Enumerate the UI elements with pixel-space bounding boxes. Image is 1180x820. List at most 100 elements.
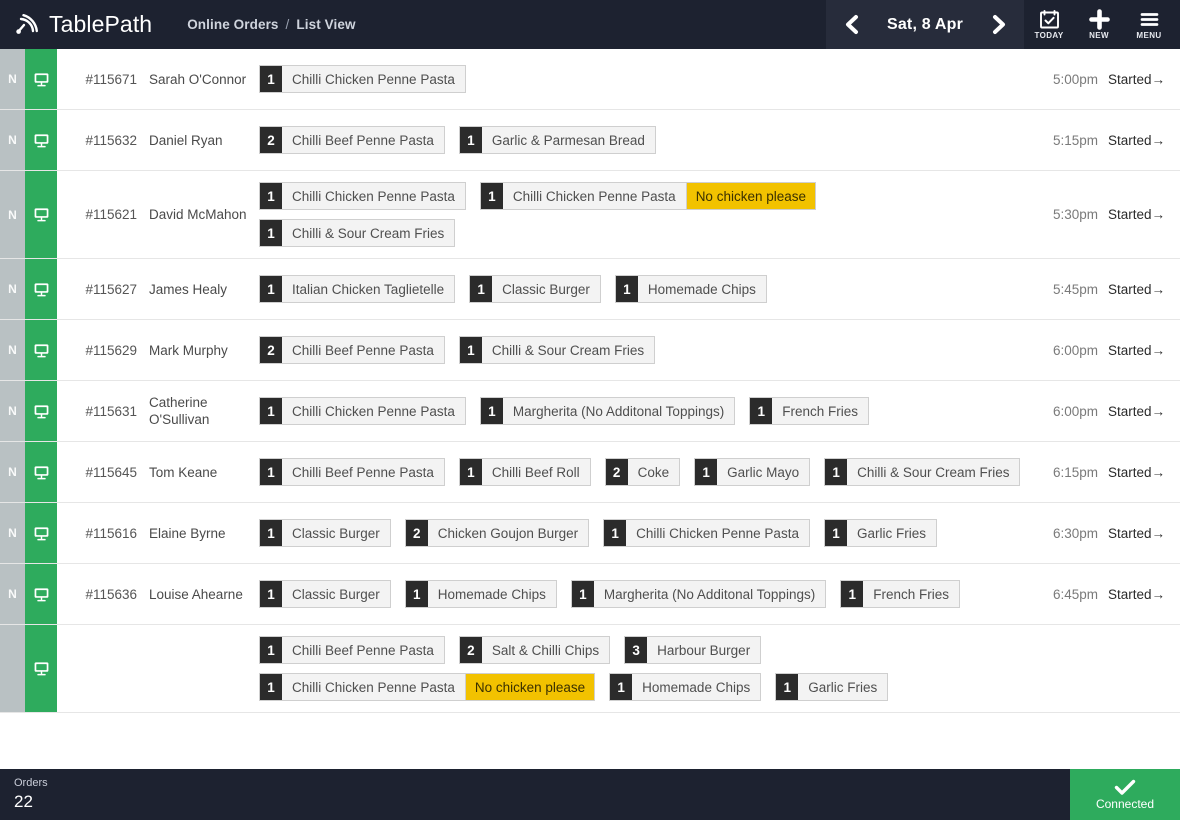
prev-day-button[interactable] bbox=[830, 0, 872, 49]
order-items: 1 Chilli Chicken Penne Pasta 1 Margherita (… bbox=[259, 381, 1022, 441]
order-item-qty: 1 bbox=[480, 398, 503, 424]
order-item-qty: 2 bbox=[405, 520, 428, 546]
order-item-chip[interactable]: 1 Chilli & Sour Cream Fries bbox=[458, 336, 656, 364]
table-row[interactable]: N #115636 Louise Ahearne 1 Classic Burger 1 Ho… bbox=[0, 564, 1180, 625]
order-item-chip[interactable]: 1 Homemade Chips bbox=[614, 275, 767, 303]
order-item-chip[interactable]: 1 French Fries bbox=[840, 580, 960, 608]
order-time: 6:00pm bbox=[1052, 342, 1098, 358]
order-item-chip[interactable]: 1 Chilli Chicken Penne Pasta bbox=[259, 65, 466, 93]
chevron-left-icon bbox=[845, 15, 858, 34]
today-button[interactable]: TODAY bbox=[1024, 0, 1074, 49]
new-order-button[interactable]: NEW bbox=[1074, 0, 1124, 49]
order-status-action[interactable]: Started→ bbox=[1108, 503, 1180, 563]
table-row[interactable]: N #115645 Tom Keane 1 Chilli Beef Penne Past… bbox=[0, 442, 1180, 503]
order-list[interactable]: N #115671 Sarah O'Connor 1 Chilli Chicken Pe… bbox=[0, 49, 1180, 769]
order-item-chip[interactable]: 1 French Fries bbox=[749, 397, 869, 425]
order-status-action[interactable]: Started→ bbox=[1108, 171, 1180, 258]
menu-button-label: MENU bbox=[1136, 31, 1162, 40]
order-status-action[interactable]: Started→ bbox=[1108, 442, 1180, 502]
order-item-chip[interactable]: 1 Chilli & Sour Cream Fries bbox=[259, 219, 456, 247]
table-row[interactable]: N #115621 David McMahon 1 Chilli Chicken Pen… bbox=[0, 171, 1180, 259]
order-items: 1 Classic Burger 2 Chicken Goujon Burger 1 Ch… bbox=[259, 503, 1022, 563]
order-id: #115629 bbox=[85, 342, 137, 358]
order-item-name: Garlic Mayo bbox=[727, 464, 800, 480]
order-badge: N bbox=[0, 381, 25, 441]
order-item-chip[interactable]: 1 Garlic & Parmesan Bread bbox=[458, 126, 656, 154]
order-item-chip[interactable]: 1 Chilli Beef Penne Pasta bbox=[259, 636, 445, 664]
order-item-chip[interactable]: 1 Chilli & Sour Cream Fries bbox=[824, 458, 1021, 486]
order-status-action[interactable]: Started→ bbox=[1108, 564, 1180, 624]
table-row[interactable]: N #115671 Sarah O'Connor 1 Chilli Chicken Pe… bbox=[0, 49, 1180, 110]
brand-name: TablePath bbox=[49, 11, 153, 37]
order-badge-label: N bbox=[8, 404, 17, 418]
order-item-chip[interactable]: 1 Chilli Chicken Penne Pasta No chicken pl… bbox=[479, 182, 817, 210]
order-item-chip[interactable]: 1 Classic Burger bbox=[259, 519, 391, 547]
order-item-chip[interactable]: 1 Garlic Fries bbox=[775, 673, 889, 701]
order-item-chip[interactable]: 1 Margherita (No Additonal Toppings) bbox=[479, 397, 736, 425]
table-row[interactable]: N #115627 James Healy 1 Italian Chicken Tagl… bbox=[0, 259, 1180, 320]
order-source-indicator bbox=[25, 110, 57, 170]
order-item-chip[interactable]: 3 Harbour Burger bbox=[624, 636, 762, 664]
order-item-chip[interactable]: 1 Chilli Chicken Penne Pasta bbox=[259, 397, 466, 425]
order-items: 1 Chilli Beef Penne Pasta 2 Salt & Chilli C… bbox=[259, 625, 1022, 712]
order-status-action[interactable]: Started→ bbox=[1108, 259, 1180, 319]
order-item-chip[interactable]: 1 Chilli Beef Penne Pasta bbox=[259, 458, 445, 486]
current-date-label[interactable]: Sat, 8 Apr bbox=[872, 16, 978, 34]
menu-button[interactable]: MENU bbox=[1124, 0, 1174, 49]
order-item-chip[interactable]: 1 Classic Burger bbox=[469, 275, 601, 303]
order-customer-name: Daniel Ryan bbox=[149, 132, 223, 148]
order-item-name: Salt & Chilli Chips bbox=[491, 642, 600, 658]
order-item-chip[interactable]: 2 Coke bbox=[604, 458, 681, 486]
table-row[interactable]: N #115616 Elaine Byrne 1 Classic Burger 2 Chic… bbox=[0, 503, 1180, 564]
desktop-monitor-icon bbox=[34, 526, 48, 540]
table-row[interactable]: N #115629 Mark Murphy 2 Chilli Beef Penne Pa… bbox=[0, 320, 1180, 381]
orders-counter-value: 22 bbox=[14, 791, 33, 811]
breadcrumb-section[interactable]: Online Orders bbox=[187, 17, 278, 32]
order-status-action[interactable]: Started→ bbox=[1108, 110, 1180, 170]
order-badge-label: N bbox=[8, 282, 17, 296]
order-item-chip[interactable]: 1 Chilli Chicken Penne Pasta bbox=[603, 519, 810, 547]
order-item-name: Chilli Chicken Penne Pasta bbox=[292, 679, 455, 695]
order-item-chip[interactable]: 1 Chilli Chicken Penne Pasta bbox=[259, 182, 466, 210]
next-day-button[interactable] bbox=[978, 0, 1020, 49]
breadcrumb-view[interactable]: List View bbox=[296, 17, 355, 32]
order-item-qty: 1 bbox=[260, 66, 282, 92]
order-item-chip[interactable]: 2 Chilli Beef Penne Pasta bbox=[259, 126, 445, 154]
order-time: 6:45pm bbox=[1052, 586, 1098, 602]
order-item-chip[interactable]: 1 Margherita (No Additonal Toppings) bbox=[570, 580, 827, 608]
order-status-action[interactable]: Started→ bbox=[1108, 320, 1180, 380]
order-item-chip[interactable]: 2 Salt & Chilli Chips bbox=[458, 636, 611, 664]
order-item-qty: 1 bbox=[260, 581, 282, 607]
order-items: 1 Chilli Chicken Penne Pasta bbox=[259, 49, 1022, 109]
desktop-monitor-icon bbox=[34, 208, 48, 222]
order-item-chip[interactable]: 2 Chicken Goujon Burger bbox=[404, 519, 590, 547]
connection-status[interactable]: Connected bbox=[1070, 769, 1180, 820]
order-status-action[interactable]: Started→ bbox=[1108, 49, 1180, 109]
order-customer-name: Mark Murphy bbox=[149, 342, 228, 358]
order-item-chip[interactable]: 1 Classic Burger bbox=[259, 580, 391, 608]
order-item-name: French Fries bbox=[782, 403, 858, 419]
order-item-name: Garlic Fries bbox=[808, 679, 878, 695]
order-item-chip[interactable]: 1 Garlic Fries bbox=[823, 519, 937, 547]
order-item-name: Garlic Fries bbox=[856, 525, 926, 541]
order-item-chip[interactable]: 1 Chilli Beef Roll bbox=[458, 458, 591, 486]
order-item-chip[interactable]: 1 Garlic Mayo bbox=[694, 458, 811, 486]
order-item-qty: 1 bbox=[824, 520, 847, 546]
order-item-name: Chilli & Sour Cream Fries bbox=[491, 342, 645, 358]
order-time bbox=[1022, 625, 1108, 712]
table-row[interactable]: N #115631 Catherine O'Sullivan 1 Chilli Chic… bbox=[0, 381, 1180, 442]
order-id: #115631 bbox=[85, 403, 137, 419]
order-status-action[interactable] bbox=[1108, 625, 1180, 712]
order-item-name: Chilli Chicken Penne Pasta bbox=[636, 525, 799, 541]
table-row[interactable]: N #115632 Daniel Ryan 2 Chilli Beef Penne Pa… bbox=[0, 110, 1180, 171]
table-row[interactable]: 1 Chilli Beef Penne Pasta 2 Salt & Chilli C… bbox=[0, 625, 1180, 713]
order-item-chip[interactable]: 1 Homemade Chips bbox=[609, 673, 762, 701]
order-item-chip[interactable]: 1 Italian Chicken Taglietelle bbox=[259, 275, 456, 303]
order-item-chip[interactable]: 2 Chilli Beef Penne Pasta bbox=[259, 336, 445, 364]
order-item-name: Chilli Chicken Penne Pasta bbox=[292, 188, 455, 204]
order-item-chip[interactable]: 1 Homemade Chips bbox=[404, 580, 557, 608]
order-status-action[interactable]: Started→ bbox=[1108, 381, 1180, 441]
order-item-name: Italian Chicken Taglietelle bbox=[292, 281, 445, 297]
brand[interactable]: TablePath bbox=[0, 11, 152, 38]
order-item-chip[interactable]: 1 Chilli Chicken Penne Pasta No chicken pl… bbox=[259, 673, 596, 701]
